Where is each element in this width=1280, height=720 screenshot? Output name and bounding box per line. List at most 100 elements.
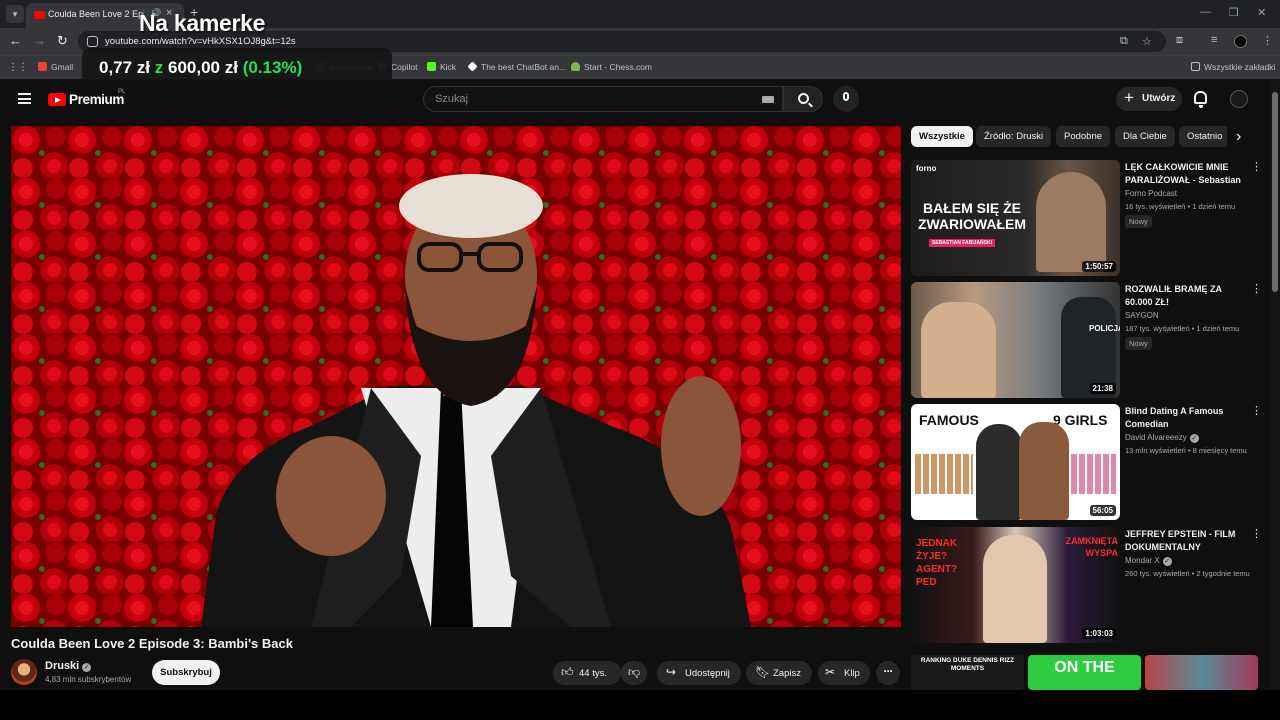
verified-icon: ✓ <box>1189 434 1199 443</box>
channel-name[interactable]: Druski ✓ <box>45 660 92 672</box>
like-button[interactable]: 👍︎ 44 tys. <box>553 661 621 685</box>
channel-avatar[interactable] <box>11 659 37 685</box>
rec-channel[interactable]: David Alvareeezy ✓ <box>1125 433 1199 443</box>
notifications-bell-icon[interactable] <box>1194 91 1207 108</box>
rec-meta: 187 tys. wyświetleń • 1 dzień temu <box>1125 324 1240 333</box>
recommendation-item[interactable]: POLICJA 21:38 ROZWALIŁ BRAMĘ ZA 60.000 Z… <box>911 282 1262 398</box>
thumbnail-person <box>1019 422 1069 520</box>
recommendation-item[interactable]: JEDNAK ŻYJE? AGENT? PED ZAMKNIĘTA WYSPA … <box>911 527 1262 643</box>
chip-source-druski[interactable]: Źródło: Druski <box>976 126 1052 147</box>
gmail-icon <box>38 62 47 71</box>
thumbnail-person <box>983 535 1047 643</box>
account-avatar[interactable] <box>1230 90 1248 108</box>
url-text[interactable]: youtube.com/watch?v=vHkXSX1OJ8g&t=12s <box>105 36 296 47</box>
kebab-menu-icon[interactable]: ⋮ <box>1251 405 1262 417</box>
kick-icon <box>427 62 436 71</box>
filter-chips: Wszystkie Źródło: Druski Podobne Dla Cie… <box>911 126 1227 147</box>
bookmark-chatbot[interactable]: The best ChatBot an... <box>467 61 566 72</box>
short-thumbnail[interactable]: ON THE <box>1028 655 1141 690</box>
search-input[interactable]: Szukaj <box>423 86 783 112</box>
short-thumbnail[interactable] <box>1145 655 1258 690</box>
clip-button[interactable]: ✂ Klip <box>818 661 870 685</box>
voice-search-button[interactable] <box>833 86 859 112</box>
tab-search-icon[interactable]: ▾ <box>6 5 24 23</box>
minimize-icon[interactable]: — <box>1200 6 1211 18</box>
rec-channel[interactable]: Forno Podcast <box>1125 189 1177 198</box>
close-window-icon[interactable]: ✕ <box>1257 6 1266 19</box>
cast-icon[interactable]: ⧉ <box>1120 35 1128 48</box>
rec-channel[interactable]: Mondar X ✓ <box>1125 556 1172 566</box>
rec-title[interactable]: Blind Dating A Famous Comedian <box>1125 405 1245 431</box>
hamburger-menu-icon[interactable] <box>18 93 31 104</box>
all-bookmarks[interactable]: Wszystkie zakładki <box>1191 62 1275 72</box>
thumbnail-text-left: FAMOUS <box>919 412 979 428</box>
video-thumbnail[interactable]: forno BAŁEM SIĘ ŻE ZWARIOWAŁEM SEBASTIAN… <box>911 160 1120 276</box>
video-player[interactable] <box>11 126 901 627</box>
chip-for-you[interactable]: Dla Ciebie <box>1115 126 1175 147</box>
chip-related[interactable]: Podobne <box>1056 126 1111 147</box>
share-button[interactable]: ↪ Udostępnij <box>657 661 741 685</box>
more-actions-icon[interactable]: ··· <box>876 661 900 685</box>
thumbs-down-icon: 👎︎ <box>628 665 641 679</box>
menu-icon[interactable]: ⋮ <box>1262 34 1273 47</box>
search-placeholder: Szukaj <box>435 93 469 105</box>
chevron-right-icon[interactable]: › <box>1236 129 1241 145</box>
media-icon[interactable]: ≡ <box>1211 34 1217 46</box>
subscribe-button[interactable]: Subskrybuj <box>152 660 220 685</box>
search-icon <box>798 93 809 104</box>
scissors-icon: ✂ <box>825 665 836 679</box>
apps-icon[interactable]: ⋮⋮ <box>8 62 28 73</box>
rec-title[interactable]: LĘK CAŁKOWICIE MNIE PARALIŻOWAŁ - Sebast… <box>1125 161 1245 187</box>
thumbnail-group <box>915 454 973 494</box>
verified-icon: ✓ <box>82 663 92 672</box>
kebab-menu-icon[interactable]: ⋮ <box>1251 161 1262 173</box>
rec-meta: 260 tys. wyświetleń • 2 tygodnie temu <box>1125 569 1250 578</box>
rec-title[interactable]: JEFFREY EPSTEIN - FILM DOKUMENTALNY <box>1125 528 1245 554</box>
extensions-icon[interactable]: ⧈ <box>1176 34 1183 47</box>
short-label: RANKING DUKE DENNIS RIZZ MOMENTS <box>920 657 1015 672</box>
kebab-menu-icon[interactable]: ⋮ <box>1251 528 1262 540</box>
chip-recent[interactable]: Ostatnio <box>1179 126 1227 147</box>
rec-title[interactable]: ROZWALIŁ BRAMĘ ZA 60.000 ZŁ! <box>1125 283 1245 309</box>
back-icon[interactable]: ← <box>9 34 22 48</box>
video-duration: 1:03:03 <box>1082 628 1116 639</box>
rec-channel[interactable]: SAYGON <box>1125 311 1159 320</box>
donation-goal-text: 0,77 zł z 600,00 zł (0.13%) <box>99 58 303 77</box>
bookmark-gmail[interactable]: Gmail <box>38 62 73 72</box>
video-frame <box>11 126 901 627</box>
bottom-black-bar <box>0 690 1280 720</box>
video-thumbnail[interactable]: JEDNAK ŻYJE? AGENT? PED ZAMKNIĘTA WYSPA … <box>911 527 1120 643</box>
save-button[interactable]: 🔖︎ Zapisz <box>746 661 812 685</box>
search-button[interactable] <box>783 86 823 112</box>
page-scrollbar[interactable] <box>1270 80 1280 690</box>
recommendation-item[interactable]: forno BAŁEM SIĘ ŻE ZWARIOWAŁEM SEBASTIAN… <box>911 160 1262 276</box>
thumbs-up-icon: 👍︎ <box>561 665 574 679</box>
bookmark-kick[interactable]: Kick <box>427 62 456 72</box>
create-button[interactable]: + Utwórz <box>1116 87 1182 111</box>
forward-icon[interactable]: → <box>33 34 46 48</box>
video-thumbnail[interactable]: POLICJA 21:38 <box>911 282 1120 398</box>
bookmark-star-icon[interactable]: ☆ <box>1142 35 1152 48</box>
youtube-logo-icon[interactable] <box>48 93 66 106</box>
dislike-button[interactable]: 👎︎ <box>621 661 647 685</box>
profile-avatar[interactable] <box>1234 35 1247 48</box>
bookmark-icon: 🔖︎ <box>755 665 771 679</box>
video-thumbnail[interactable]: FAMOUS 9 GIRLS 56:05 <box>911 404 1120 520</box>
bookmark-chess[interactable]: Start - Chess.com <box>571 62 652 72</box>
folder-icon <box>1191 62 1200 71</box>
keyboard-icon[interactable] <box>762 96 774 103</box>
thumbnail-person <box>1036 172 1106 272</box>
site-info-icon[interactable] <box>87 36 98 47</box>
chip-all[interactable]: Wszystkie <box>911 126 973 147</box>
new-badge: Nowy <box>1125 337 1152 350</box>
reload-icon[interactable]: ↻ <box>57 34 68 48</box>
recommendation-item[interactable]: FAMOUS 9 GIRLS 56:05 Blind Dating A Famo… <box>911 404 1262 520</box>
video-title: Coulda Been Love 2 Episode 3: Bambi's Ba… <box>11 636 293 651</box>
kebab-menu-icon[interactable]: ⋮ <box>1251 283 1262 295</box>
maximize-icon[interactable]: ❐ <box>1229 6 1239 19</box>
youtube-premium-label[interactable]: Premium <box>69 92 124 107</box>
thumbnail-text-right: 9 GIRLS <box>1053 412 1108 428</box>
short-thumbnail[interactable]: RANKING DUKE DENNIS RIZZ MOMENTS <box>911 655 1024 690</box>
scrollbar-thumb[interactable] <box>1272 92 1278 292</box>
verified-icon: ✓ <box>1162 557 1172 566</box>
